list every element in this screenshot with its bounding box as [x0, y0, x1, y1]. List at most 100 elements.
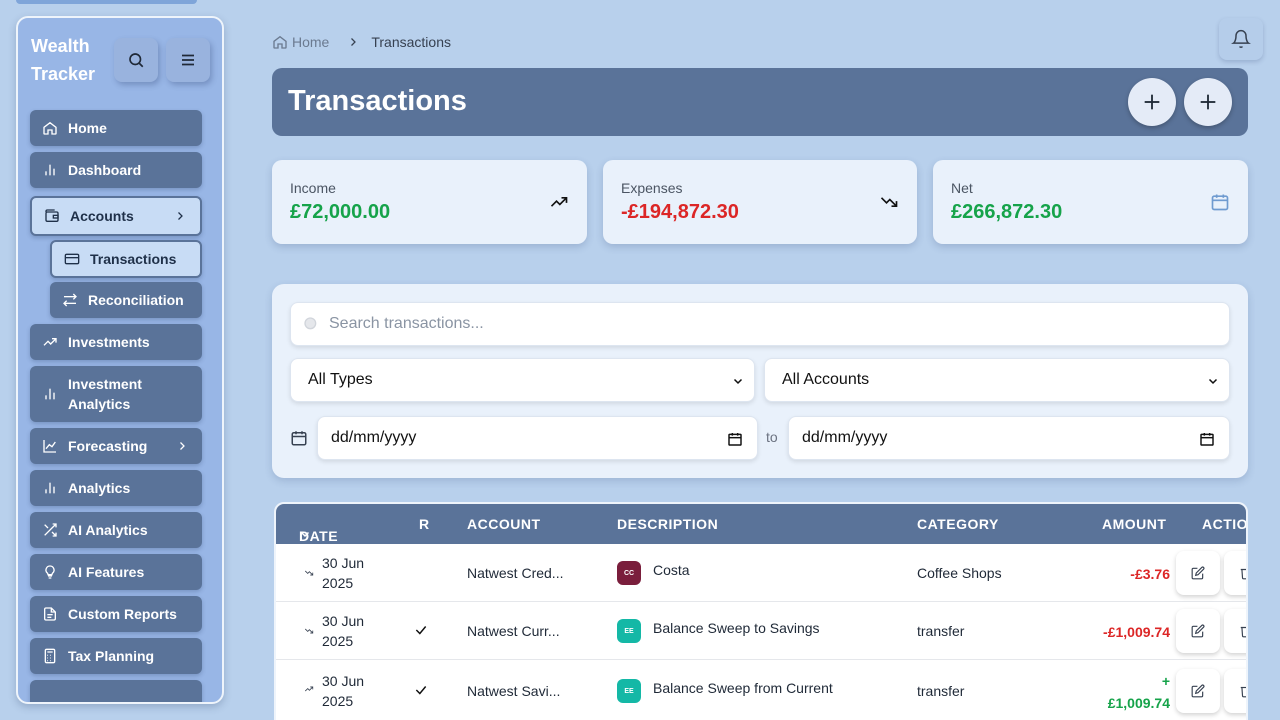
calendar-icon[interactable] — [1199, 431, 1215, 447]
edit-icon — [1191, 566, 1205, 580]
arrows-swap-icon — [62, 292, 78, 308]
sidebar-item-forecasting[interactable]: Forecasting — [30, 428, 202, 464]
chevron-right-icon — [174, 210, 186, 222]
column-account[interactable]: ACCOUNT — [467, 516, 541, 532]
sidebar-item-label: Analytics — [68, 480, 131, 496]
trending-down-icon — [879, 192, 899, 212]
table-row[interactable]: 30 Jun 2025 Natwest Curr... EE Balance S… — [276, 602, 1246, 660]
merchant-avatar: CC — [617, 561, 641, 585]
add-button[interactable] — [1184, 78, 1232, 126]
file-icon — [42, 606, 58, 622]
column-description[interactable]: DESCRIPTION — [617, 516, 718, 532]
page-title: Transactions — [288, 85, 467, 117]
date-from-input[interactable]: dd/mm/yyyy — [317, 416, 758, 460]
income-value: £72,000.00 — [290, 201, 391, 223]
sidebar-item-custom-reports[interactable]: Custom Reports — [30, 596, 202, 632]
column-r[interactable]: R — [419, 516, 430, 532]
edit-button[interactable] — [1176, 609, 1220, 653]
merchant-avatar: EE — [617, 619, 641, 643]
income-card: Income £72,000.00 — [272, 160, 587, 244]
sidebar-item-home[interactable]: Home — [30, 110, 202, 146]
row-category: transfer — [917, 623, 965, 639]
account-select-value: All Accounts — [782, 371, 870, 388]
row-amount: + £1,009.74 — [1108, 670, 1170, 714]
table-row[interactable]: 30 Jun 2025 Natwest Cred... CC Costa Cof… — [276, 544, 1246, 602]
sidebar-item-label: Reconciliation — [88, 292, 184, 308]
account-select[interactable]: All Accounts — [764, 358, 1230, 402]
home-icon — [272, 34, 288, 50]
column-category[interactable]: CATEGORY — [917, 516, 999, 532]
column-actions: ACTIONS — [1202, 516, 1248, 532]
row-amount: -£3.76 — [1130, 566, 1170, 582]
date-to-value: dd/mm/yyyy — [802, 429, 888, 446]
row-date-day: 30 Jun — [322, 555, 365, 571]
sidebar-item-analytics[interactable]: Analytics — [30, 470, 202, 506]
sidebar-item-dashboard[interactable]: Dashboard — [30, 152, 202, 188]
edit-button[interactable] — [1176, 669, 1220, 713]
notifications-button[interactable] — [1219, 18, 1263, 60]
trending-down-icon — [304, 568, 314, 578]
column-amount[interactable]: AMOUNT — [1102, 516, 1166, 532]
bell-icon — [1231, 29, 1251, 49]
expenses-value: -£194,872.30 — [621, 201, 739, 223]
sidebar-item-accounts[interactable]: Accounts — [30, 196, 202, 236]
edit-button[interactable] — [1176, 551, 1220, 595]
search-input[interactable]: Search transactions... — [290, 302, 1230, 346]
row-date-day: 30 Jun — [322, 613, 365, 629]
sidebar-item-investments[interactable]: Investments — [30, 324, 202, 360]
row-date-day: 30 Jun — [322, 673, 365, 689]
top-scroll-strip — [16, 0, 197, 4]
table-row[interactable]: 30 Jun 2025 Natwest Savi... EE Balance S… — [276, 660, 1246, 720]
filters-panel: Search transactions... All Types All Acc… — [272, 284, 1248, 478]
plus-icon — [1197, 91, 1219, 113]
trending-down-icon — [304, 626, 314, 636]
row-description: Balance Sweep to Savings — [653, 620, 820, 636]
chevron-down-icon — [732, 375, 744, 387]
sidebar-item-partial[interactable] — [30, 680, 202, 702]
shuffle-icon — [42, 522, 58, 538]
home-icon — [42, 120, 58, 136]
sidebar-item-transactions[interactable]: Transactions — [50, 240, 202, 278]
row-date: 30 Jun 2025 — [322, 671, 364, 711]
menu-toggle-button[interactable] — [166, 38, 210, 82]
row-account: Natwest Cred... — [467, 565, 564, 581]
delete-button[interactable] — [1224, 551, 1246, 595]
search-icon — [303, 316, 319, 332]
transactions-table: DATE R ACCOUNT DESCRIPTION CATEGORY AMOU… — [274, 502, 1248, 720]
sidebar: Wealth Tracker Home Dashboard Accounts T… — [16, 16, 224, 704]
expenses-label: Expenses — [621, 180, 683, 196]
breadcrumb-home-link[interactable]: Home — [272, 34, 329, 50]
merchant-avatar: EE — [617, 679, 641, 703]
date-from-value: dd/mm/yyyy — [331, 429, 417, 446]
trash-icon — [1239, 684, 1246, 698]
calendar-icon — [290, 429, 308, 447]
sidebar-item-label: Forecasting — [68, 438, 148, 454]
search-button[interactable] — [114, 38, 158, 82]
calendar-icon — [1210, 192, 1230, 212]
sidebar-item-label: Investment Analytics — [68, 376, 142, 412]
date-to-input[interactable]: dd/mm/yyyy — [788, 416, 1230, 460]
row-amount: -£1,009.74 — [1103, 624, 1170, 640]
expenses-card: Expenses -£194,872.30 — [603, 160, 917, 244]
sidebar-item-tax-planning[interactable]: Tax Planning — [30, 638, 202, 674]
row-description: Balance Sweep from Current — [653, 680, 833, 696]
trash-icon — [1239, 624, 1246, 638]
sidebar-item-investment-analytics[interactable]: Investment Analytics — [30, 366, 202, 422]
row-date-year: 2025 — [322, 693, 354, 709]
sidebar-item-ai-features[interactable]: AI Features — [30, 554, 202, 590]
delete-button[interactable] — [1224, 669, 1246, 713]
sidebar-item-ai-analytics[interactable]: AI Analytics — [30, 512, 202, 548]
table-header: DATE R ACCOUNT DESCRIPTION CATEGORY AMOU… — [276, 504, 1248, 544]
sidebar-item-label: AI Analytics — [68, 522, 148, 538]
sidebar-item-reconciliation[interactable]: Reconciliation — [50, 282, 202, 318]
page-header: Transactions — [272, 68, 1248, 136]
delete-button[interactable] — [1224, 609, 1246, 653]
add-transaction-button[interactable] — [1128, 78, 1176, 126]
search-placeholder: Search transactions... — [329, 315, 484, 332]
type-select[interactable]: All Types — [290, 358, 755, 402]
row-description: Costa — [653, 562, 690, 578]
sidebar-item-label: Accounts — [70, 208, 134, 224]
calendar-icon[interactable] — [727, 431, 743, 447]
reconciled-check-icon — [414, 683, 428, 697]
row-category: Coffee Shops — [917, 565, 1002, 581]
